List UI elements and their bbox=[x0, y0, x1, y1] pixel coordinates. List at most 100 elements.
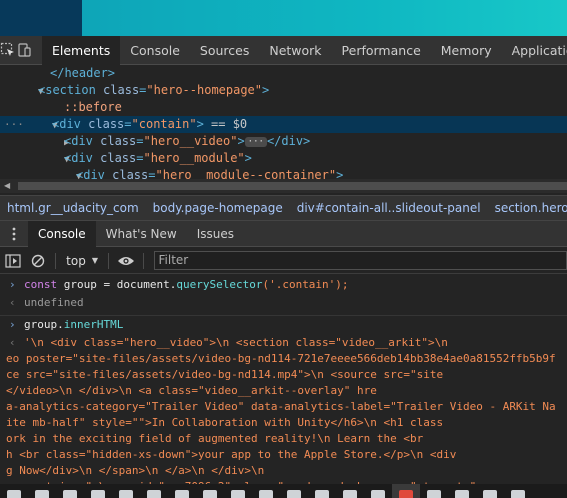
tab-performance[interactable]: Performance bbox=[332, 36, 431, 65]
output-line: g Now</div>\n </span>\n </a>\n </div>\n bbox=[6, 464, 265, 477]
execution-context-select[interactable]: top ▼ bbox=[60, 254, 104, 268]
dropdown-arrow-icon: ▼ bbox=[91, 256, 98, 265]
elements-horizontal-scrollbar[interactable]: ◀ bbox=[0, 179, 567, 193]
code-operator: = bbox=[103, 278, 111, 291]
output-line: ce src="site-files/assets/video-bg-nd114… bbox=[6, 368, 444, 381]
eye-icon bbox=[117, 256, 134, 265]
breadcrumb-item-html[interactable]: html.gr__udacity_com bbox=[0, 201, 146, 215]
drawer-menu-button[interactable] bbox=[0, 221, 28, 247]
clear-block-icon bbox=[32, 254, 45, 267]
taskbar-app-icon[interactable] bbox=[140, 484, 168, 498]
section-tag-name: section bbox=[45, 83, 96, 97]
taskbar-app-icon[interactable] bbox=[168, 484, 196, 498]
section-class-value: hero--homepage bbox=[153, 83, 255, 97]
taskbar-search-icon[interactable] bbox=[28, 484, 56, 498]
taskbar-app-icon[interactable] bbox=[448, 484, 476, 498]
taskbar-app-icon[interactable] bbox=[364, 484, 392, 498]
kebab-menu-icon bbox=[12, 227, 16, 240]
breadcrumb: html.gr__udacity_com body.page-homepage … bbox=[0, 195, 567, 221]
hero-module-container-class-value: hero__module--container bbox=[162, 168, 329, 179]
more-options-icon[interactable]: ··· bbox=[4, 116, 24, 133]
result-arrow-icon: ‹ bbox=[9, 296, 16, 309]
drawer-tab-issues[interactable]: Issues bbox=[187, 221, 244, 247]
console-toolbar: top ▼ Filter bbox=[0, 248, 567, 274]
contain-tag-name: div bbox=[59, 117, 81, 131]
output-line: eo poster="site-files/assets/video-bg-nd… bbox=[6, 352, 556, 365]
output-line: ork in the exciting field of augmented r… bbox=[6, 432, 424, 445]
collapsed-content-badge[interactable]: ··· bbox=[244, 137, 267, 147]
dom-node-contain-selected[interactable]: ··· ▼<div class="contain"> == $0 bbox=[0, 116, 567, 133]
drawer-tab-whats-new[interactable]: What's New bbox=[96, 221, 187, 247]
dom-node-hero-video[interactable]: ▶<div class="hero__video"> ··· </div> bbox=[0, 133, 567, 150]
inspect-cursor-icon bbox=[0, 42, 14, 56]
clear-console-button[interactable] bbox=[26, 248, 52, 274]
console-output: › const group = document.querySelector('… bbox=[0, 275, 567, 498]
code-argument: ('.contain'); bbox=[262, 278, 349, 291]
code-keyword: const bbox=[24, 278, 58, 291]
taskbar-app-icon[interactable] bbox=[336, 484, 364, 498]
dom-node-header-close[interactable]: </header> bbox=[0, 65, 567, 82]
toolbar-divider bbox=[142, 252, 144, 269]
tab-memory[interactable]: Memory bbox=[431, 36, 502, 65]
breadcrumb-item-body[interactable]: body.page-homepage bbox=[146, 201, 290, 215]
result-undefined: undefined bbox=[24, 296, 84, 309]
code-variable: group bbox=[63, 278, 97, 291]
toolbar-divider bbox=[55, 252, 57, 269]
taskbar-app-icon[interactable] bbox=[196, 484, 224, 498]
code-function: querySelector bbox=[176, 278, 263, 291]
selected-marker: == $0 bbox=[211, 117, 248, 131]
scrollbar-thumb[interactable] bbox=[18, 182, 567, 190]
taskbar-app-icon[interactable] bbox=[476, 484, 504, 498]
breadcrumb-item-div[interactable]: div#contain-all..slideout-panel bbox=[290, 201, 488, 215]
taskbar-app-icon[interactable] bbox=[420, 484, 448, 498]
drawer-tabbar: Console What's New Issues bbox=[0, 220, 567, 247]
taskbar-taskview-icon[interactable] bbox=[56, 484, 84, 498]
context-value: top bbox=[66, 253, 86, 268]
taskbar-app-icon[interactable] bbox=[224, 484, 252, 498]
hero-video-class-value: hero__video bbox=[150, 134, 231, 148]
code-property: innerHTML bbox=[63, 318, 124, 331]
output-line: ite mb-half" style="">In Collaboration w… bbox=[6, 416, 444, 429]
tab-elements[interactable]: Elements bbox=[42, 35, 121, 65]
os-taskbar bbox=[0, 484, 567, 498]
dom-node-before[interactable]: ::before bbox=[0, 99, 567, 116]
page-header-dark bbox=[0, 0, 82, 36]
console-separator bbox=[0, 315, 567, 316]
dom-node-hero-module-container[interactable]: ▼<div class="hero__module--container"> bbox=[0, 167, 567, 179]
taskbar-chrome-icon[interactable] bbox=[392, 484, 420, 498]
device-mobile-icon bbox=[18, 43, 31, 57]
attr-name: class bbox=[103, 83, 140, 97]
tab-sources[interactable]: Sources bbox=[190, 36, 259, 65]
console-filter-input[interactable]: Filter bbox=[153, 251, 567, 270]
taskbar-app-icon[interactable] bbox=[84, 484, 112, 498]
code-object: document. bbox=[116, 278, 177, 291]
tab-application[interactable]: Application bbox=[502, 36, 567, 65]
taskbar-app-icon[interactable] bbox=[308, 484, 336, 498]
header-close-tag: </header> bbox=[50, 66, 116, 80]
elements-dom-tree: </header> ▼<section class="hero--homepag… bbox=[0, 65, 567, 179]
output-line: </video>\n </div>\n <a class="video__ark… bbox=[6, 384, 377, 397]
dom-node-hero-module[interactable]: ▼<div class="hero__module"> bbox=[0, 150, 567, 167]
device-toolbar-button[interactable] bbox=[16, 36, 32, 65]
taskbar-app-icon[interactable] bbox=[280, 484, 308, 498]
tab-network[interactable]: Network bbox=[259, 36, 331, 65]
contain-class-value: contain bbox=[138, 117, 190, 131]
pseudo-before: ::before bbox=[64, 100, 122, 114]
code-object: group. bbox=[24, 318, 64, 331]
toolbar-divider bbox=[107, 252, 109, 269]
output-line: a-analytics-category="Trailer Video" dat… bbox=[6, 400, 556, 413]
page-hero-banner bbox=[82, 0, 567, 36]
scroll-left-arrow-icon[interactable]: ◀ bbox=[4, 181, 10, 190]
drawer-tab-console[interactable]: Console bbox=[28, 220, 96, 247]
breadcrumb-item-section[interactable]: section.hero--homepage bbox=[488, 201, 567, 215]
taskbar-app-icon[interactable] bbox=[504, 484, 532, 498]
inspect-element-button[interactable] bbox=[0, 36, 16, 65]
taskbar-start-icon[interactable] bbox=[0, 484, 28, 498]
collapse-triangle-icon[interactable]: ▼ bbox=[0, 169, 81, 179]
dom-node-section[interactable]: ▼<section class="hero--homepage"> bbox=[0, 82, 567, 99]
taskbar-app-icon[interactable] bbox=[252, 484, 280, 498]
taskbar-app-icon[interactable] bbox=[112, 484, 140, 498]
live-expression-button[interactable] bbox=[113, 248, 139, 274]
tab-console[interactable]: Console bbox=[120, 36, 190, 65]
show-sidebar-button[interactable] bbox=[0, 248, 26, 274]
